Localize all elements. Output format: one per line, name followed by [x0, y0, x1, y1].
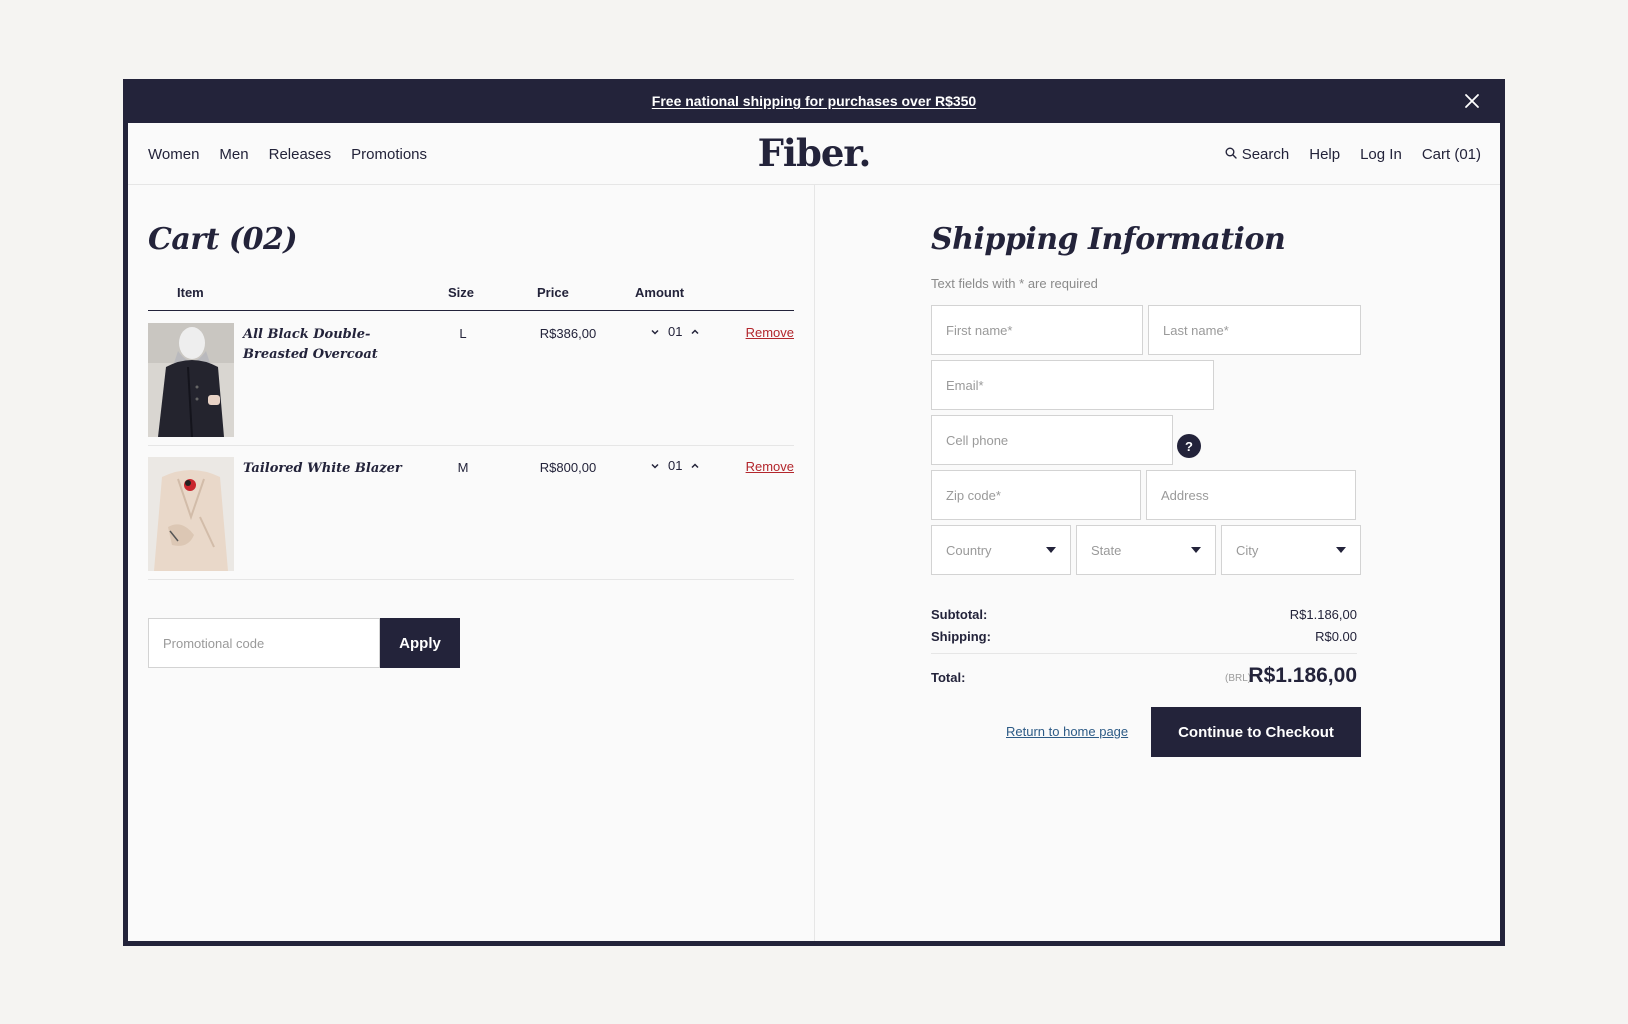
- login-link[interactable]: Log In: [1360, 146, 1402, 163]
- product-price: R$800,00: [539, 460, 597, 475]
- apply-button[interactable]: Apply: [380, 618, 460, 668]
- quantity-stepper: 01: [648, 324, 702, 339]
- total-label: Total:: [931, 670, 966, 685]
- cart-row: All Black Double-Breasted Overcoat L R$3…: [148, 312, 794, 446]
- promo-code-input[interactable]: [148, 618, 380, 668]
- app-window: Free national shipping for purchases ove…: [123, 79, 1505, 946]
- cart-row: Tailored White Blazer M R$800,00 01 Remo…: [148, 446, 794, 580]
- column-size: Size: [448, 285, 475, 300]
- cart-table-header: Item Size Price Amount: [148, 273, 794, 311]
- first-name-field[interactable]: [931, 305, 1143, 355]
- state-select-label: State: [1091, 542, 1122, 558]
- page: Women Men Releases Promotions Fiber. Sea…: [128, 123, 1500, 941]
- subtotal-value: R$1.186,00: [1289, 607, 1357, 622]
- announcement-bar: Free national shipping for purchases ove…: [123, 79, 1505, 123]
- chevron-down-icon[interactable]: [648, 325, 662, 339]
- caret-down-icon: [1191, 547, 1201, 553]
- remove-button[interactable]: Remove: [746, 325, 794, 340]
- cell-phone-field[interactable]: [931, 415, 1173, 465]
- last-name-field[interactable]: [1148, 305, 1361, 355]
- country-select-label: Country: [946, 542, 992, 558]
- product-size: L: [459, 326, 467, 341]
- product-price: R$386,00: [539, 326, 597, 341]
- country-select[interactable]: Country: [931, 525, 1071, 575]
- continue-checkout-button[interactable]: Continue to Checkout: [1151, 707, 1361, 757]
- caret-down-icon: [1336, 547, 1346, 553]
- subtotal-label: Subtotal:: [931, 607, 988, 622]
- cart-link[interactable]: Cart (01): [1422, 146, 1481, 163]
- chevron-up-icon[interactable]: [688, 325, 702, 339]
- city-select-label: City: [1236, 542, 1259, 558]
- quantity-stepper: 01: [648, 458, 702, 473]
- return-home-link[interactable]: Return to home page: [1006, 724, 1128, 739]
- close-icon[interactable]: [1461, 90, 1483, 112]
- currency-code: (BRL): [1225, 673, 1252, 684]
- product-image[interactable]: [148, 457, 234, 571]
- column-item: Item: [177, 285, 204, 300]
- total-value: R$1.186,00: [1248, 664, 1357, 687]
- shipping-label: Shipping:: [931, 629, 991, 644]
- column-price: Price: [537, 285, 569, 300]
- quantity-value: 01: [668, 458, 683, 473]
- summary-divider: [931, 653, 1357, 654]
- remove-button[interactable]: Remove: [746, 459, 794, 474]
- help-link[interactable]: Help: [1309, 146, 1340, 163]
- city-select[interactable]: City: [1221, 525, 1361, 575]
- column-amount: Amount: [635, 285, 685, 300]
- announcement-link[interactable]: Free national shipping for purchases ove…: [652, 93, 976, 109]
- top-nav: Women Men Releases Promotions Fiber. Sea…: [128, 123, 1500, 185]
- product-name[interactable]: All Black Double-Breasted Overcoat: [243, 325, 423, 365]
- shipping-value: R$0.00: [1315, 629, 1357, 644]
- nav-actions: Search Help Log In Cart (01): [1225, 123, 1481, 185]
- product-image[interactable]: [148, 323, 234, 437]
- search-icon: [1225, 146, 1237, 163]
- caret-down-icon: [1046, 547, 1056, 553]
- zip-code-field[interactable]: [931, 470, 1141, 520]
- required-note: Text fields with * are required: [931, 276, 1098, 291]
- address-field[interactable]: [1146, 470, 1356, 520]
- product-size: M: [457, 460, 469, 475]
- panel-divider: [814, 185, 815, 941]
- product-name[interactable]: Tailored White Blazer: [243, 459, 423, 479]
- email-field[interactable]: [931, 360, 1214, 410]
- chevron-up-icon[interactable]: [688, 459, 702, 473]
- cart-title: Cart (02): [148, 222, 298, 257]
- promo-form: Apply: [148, 618, 460, 668]
- help-icon[interactable]: ?: [1177, 434, 1201, 458]
- search-link[interactable]: Search: [1225, 145, 1290, 163]
- state-select[interactable]: State: [1076, 525, 1216, 575]
- shipping-title: Shipping Information: [931, 222, 1286, 257]
- quantity-value: 01: [668, 324, 683, 339]
- chevron-down-icon[interactable]: [648, 459, 662, 473]
- search-label: Search: [1241, 145, 1290, 163]
